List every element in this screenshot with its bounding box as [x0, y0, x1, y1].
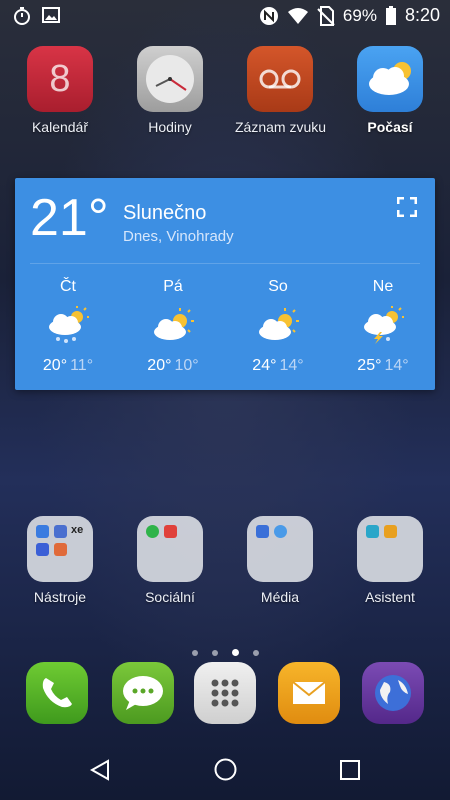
- battery-percent: 69%: [342, 5, 377, 25]
- weather-location: Dnes, Vinohrady: [123, 228, 234, 245]
- mini-app-icon: [54, 543, 67, 556]
- email-icon: [278, 662, 340, 724]
- phone-icon: [26, 662, 88, 724]
- widget-divider: [30, 263, 420, 264]
- mini-app-icon: [54, 525, 67, 538]
- calendar-icon: 8: [27, 46, 93, 112]
- folder-icon: xe: [27, 516, 93, 582]
- dock-email[interactable]: [276, 662, 342, 724]
- thunderstorm-sun-icon: [364, 306, 404, 344]
- folder-label: Nástroje: [33, 589, 87, 605]
- battery-icon: [385, 5, 396, 25]
- weather-widget[interactable]: 21° Slunečno Dnes, Vinohrady Čt 20° 11° P…: [15, 178, 435, 390]
- folder-label: Sociální: [145, 589, 195, 605]
- page-dot: [252, 650, 259, 656]
- folder-social[interactable]: Sociální: [125, 516, 215, 605]
- envelope: [292, 681, 326, 704]
- app-drawer-icon: [194, 662, 256, 724]
- mini-app-icon: [384, 525, 397, 538]
- globe: [375, 675, 411, 711]
- mini-app-icon: [164, 525, 177, 538]
- folder-icon: [357, 516, 423, 582]
- voice-recorder-icon: [247, 46, 313, 112]
- mini-app-icon: [366, 525, 379, 538]
- forecast-day: Pá 20° 10°: [128, 278, 218, 375]
- image-icon: [42, 7, 60, 23]
- clock-face: [146, 55, 194, 103]
- forecast-high: 20°: [147, 357, 172, 374]
- forecast-high: 20°: [42, 357, 68, 374]
- page-dot: [191, 650, 198, 656]
- page-dot: [211, 650, 218, 656]
- mini-app-icon: [146, 525, 159, 538]
- forecast-day: Čt 20° 11°: [23, 278, 113, 375]
- phone-handset: [42, 678, 72, 708]
- forecast-low: 14°: [279, 357, 304, 374]
- page-indicator: [0, 643, 450, 661]
- grid-dots: [211, 679, 239, 707]
- weather-icon: [357, 46, 423, 112]
- forecast-high: 24°: [252, 357, 277, 374]
- clock-time: 8:20: [404, 5, 440, 25]
- back-icon[interactable]: [88, 758, 112, 782]
- timer-icon: [14, 7, 30, 25]
- browser-icon: [362, 662, 424, 724]
- chat-bubble: [123, 676, 163, 710]
- dock-phone[interactable]: [24, 662, 90, 724]
- forecast-day-label: So: [268, 278, 288, 295]
- mini-app-icon: [256, 525, 269, 538]
- home-icon[interactable]: [213, 757, 238, 782]
- forecast-low: 10°: [174, 357, 199, 374]
- app-clock[interactable]: Hodiny: [125, 46, 215, 135]
- forecast-low: 14°: [384, 357, 409, 374]
- forecast-day: So 24° 14°: [233, 278, 323, 375]
- no-sim-icon: [317, 5, 335, 26]
- clock-icon: [137, 46, 203, 112]
- forecast-high: 25°: [357, 357, 382, 374]
- navigation-bar: [0, 740, 450, 800]
- messages-icon: [112, 662, 174, 724]
- current-temperature: 21°: [30, 189, 109, 247]
- app-voice-recorder[interactable]: Záznam zvuku: [235, 46, 327, 135]
- app-label: Hodiny: [148, 119, 192, 135]
- weather-cloud-sun: [369, 62, 411, 95]
- mini-app-icon: [274, 525, 287, 538]
- status-bar: 69% 8:20: [0, 0, 450, 34]
- forecast-day-label: Čt: [60, 278, 76, 295]
- app-label: Záznam zvuku: [235, 119, 327, 135]
- partly-cloudy-icon: [154, 308, 194, 340]
- mini-app-icon: [36, 543, 49, 556]
- folder-label: Média: [260, 589, 300, 605]
- folder-icon: [247, 516, 313, 582]
- forecast-low: 11°: [70, 357, 94, 374]
- forecast-day: Ne 25° 14°: [338, 278, 428, 375]
- folder-tools[interactable]: xe Nástroje: [15, 516, 105, 605]
- folder-assistant[interactable]: Asistent: [345, 516, 435, 605]
- forecast-day-label: Pá: [163, 278, 183, 295]
- partly-cloudy-icon: [259, 308, 299, 340]
- expand-icon[interactable]: [397, 197, 417, 217]
- mini-app-text: xe: [71, 524, 84, 536]
- mini-app-icon: [36, 525, 49, 538]
- wifi-icon: [287, 7, 308, 24]
- app-drawer-button[interactable]: [192, 662, 258, 724]
- tape-symbol: [259, 69, 301, 89]
- app-weather[interactable]: Počasí: [345, 46, 435, 135]
- weather-condition: Slunečno: [123, 202, 207, 224]
- dock-messages[interactable]: [110, 662, 176, 724]
- app-calendar[interactable]: 8 Kalendář: [15, 46, 105, 135]
- page-dot-active: [231, 649, 239, 656]
- calendar-date-digit: 8: [49, 58, 71, 100]
- forecast-day-label: Ne: [372, 278, 394, 295]
- dock-browser[interactable]: [360, 662, 426, 724]
- folder-icon: [137, 516, 203, 582]
- app-label: Počasí: [367, 119, 413, 135]
- nfc-icon: [259, 6, 278, 25]
- cloud-rain-sun-icon: [49, 306, 89, 343]
- recents-icon[interactable]: [339, 759, 361, 781]
- folder-media[interactable]: Média: [235, 516, 325, 605]
- folder-label: Asistent: [365, 589, 415, 605]
- app-label: Kalendář: [31, 119, 89, 135]
